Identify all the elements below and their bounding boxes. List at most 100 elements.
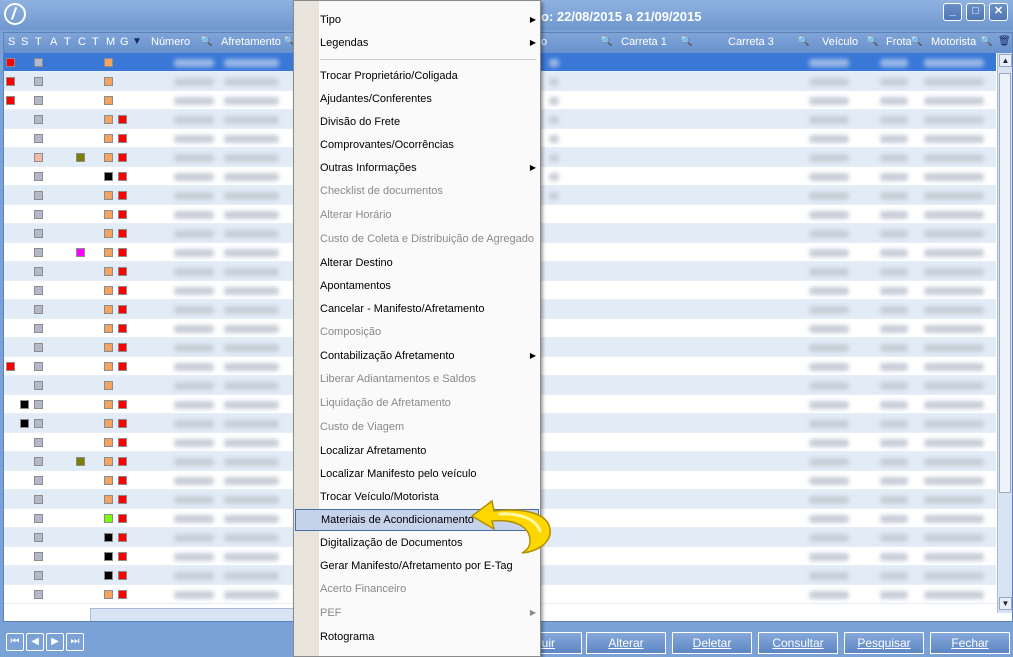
menu-item[interactable]: Outras Informações ▶ [294, 157, 540, 179]
search-icon[interactable]: 🔍 [866, 36, 878, 47]
menu-item[interactable]: Alterar Destino [294, 252, 540, 274]
menu-item[interactable]: Contabilização Afretamento ▶ [294, 345, 540, 367]
col-header-motorista[interactable]: Motorista [931, 36, 976, 48]
search-icon[interactable]: 🔍 [200, 36, 212, 47]
col-header-a[interactable]: A [50, 36, 57, 48]
col-header-veiculo[interactable]: Veículo [822, 36, 858, 48]
status-indicator-a [34, 381, 43, 390]
alter-button[interactable]: Alterar [586, 632, 666, 654]
col-header-t[interactable]: T [35, 36, 42, 48]
search-icon[interactable]: 🔍 [600, 36, 612, 47]
redacted-cell [809, 458, 849, 466]
sort-down-icon[interactable]: ▼ [132, 36, 142, 47]
menu-item[interactable]: Localizar Manifesto pelo veículo [294, 463, 540, 485]
menu-item[interactable]: Comprovantes/Ocorrências [294, 134, 540, 156]
status-indicator-c [76, 457, 85, 466]
col-header-s1[interactable]: S [8, 36, 15, 48]
status-indicator-m [104, 457, 113, 466]
menu-item[interactable]: Gerar Manifesto/Afretamento por E-Tag [294, 555, 540, 577]
redacted-cell [809, 553, 849, 561]
redacted-cell [880, 116, 908, 124]
minimize-button[interactable]: _ [943, 3, 962, 21]
menu-item[interactable]: Ajudantes/Conferentes [294, 88, 540, 110]
previous-record-icon[interactable]: ◀ [26, 633, 44, 651]
redacted-cell [880, 287, 908, 295]
col-header-s2[interactable]: S [21, 36, 28, 48]
scroll-up-icon[interactable]: ▲ [999, 54, 1012, 67]
status-indicator-a [34, 229, 43, 238]
status-indicator-m [104, 305, 113, 314]
vertical-scrollbar[interactable]: ▲ ▼ [997, 53, 1012, 613]
redacted-cell [174, 211, 214, 219]
menu-item[interactable]: Apontamentos [294, 275, 540, 297]
col-header-g[interactable]: G [120, 36, 129, 48]
col-header-t2[interactable]: T [64, 36, 71, 48]
horizontal-scrollbar[interactable] [90, 608, 300, 621]
menu-item[interactable]: PEF ▶ [294, 602, 540, 624]
menu-item[interactable]: Trocar Proprietário/Coligada [294, 65, 540, 87]
search-icon[interactable]: 🔍 [680, 36, 692, 47]
scroll-thumb[interactable] [999, 73, 1011, 493]
col-header-carreta3[interactable]: Carreta 3 [728, 36, 774, 48]
col-header-c[interactable]: C [78, 36, 86, 48]
maximize-button[interactable]: □ [966, 3, 985, 21]
menu-item[interactable]: Liquidação de Afretamento [294, 392, 540, 414]
status-indicator-a [34, 191, 43, 200]
menu-item-label: Outras Informações [320, 162, 417, 174]
redacted-cell [549, 154, 559, 162]
next-record-icon[interactable]: ▶ [46, 633, 64, 651]
col-header-m[interactable]: M [106, 36, 115, 48]
redacted-cell [809, 78, 849, 86]
menu-item[interactable]: Divisão do Frete [294, 111, 540, 133]
menu-item[interactable]: Legendas ▶ [294, 32, 540, 54]
redacted-cell [880, 477, 908, 485]
menu-item[interactable]: Custo de Viagem [294, 416, 540, 438]
col-header-frota[interactable]: Frota [886, 36, 912, 48]
col-header-t3[interactable]: T [92, 36, 99, 48]
redacted-cell [924, 401, 984, 409]
search-icon[interactable]: 🔍 [980, 36, 992, 47]
last-record-icon[interactable]: ⏭ [66, 633, 84, 651]
redacted-cell [924, 439, 984, 447]
delete-button[interactable]: Deletar [672, 632, 752, 654]
search-button[interactable]: Pesquisar [844, 632, 924, 654]
menu-item-label: Localizar Afretamento [320, 445, 427, 457]
menu-item[interactable]: Acerto Financeiro [294, 578, 540, 600]
redacted-cell [224, 249, 279, 257]
menu-item[interactable]: Cancelar - Manifesto/Afretamento [294, 298, 540, 320]
first-record-icon[interactable]: ⏮ [6, 633, 24, 651]
menu-item[interactable]: Custo de Coleta e Distribuição de Agrega… [294, 228, 540, 250]
status-indicator-g [118, 552, 127, 561]
redacted-cell [880, 496, 908, 504]
col-header-afretamento[interactable]: Afretamento [221, 36, 281, 48]
menu-item[interactable]: Alterar Horário [294, 204, 540, 226]
menu-item[interactable]: Rotograma [294, 626, 540, 648]
consult-button[interactable]: Consultar [758, 632, 838, 654]
close-button[interactable]: ✕ [989, 3, 1008, 21]
col-header-carreta1[interactable]: Carreta 1 [621, 36, 667, 48]
redacted-cell [924, 515, 984, 523]
status-indicator-g [118, 514, 127, 523]
menu-item[interactable]: Localizar Afretamento [294, 440, 540, 462]
redacted-cell [174, 496, 214, 504]
menu-item[interactable]: Checklist de documentos [294, 180, 540, 202]
col-header-numero[interactable]: Número [151, 36, 190, 48]
col-header-partial[interactable]: o [541, 36, 547, 48]
close-window-button[interactable]: Fechar [930, 632, 1010, 654]
redacted-cell [224, 211, 279, 219]
redacted-cell [880, 344, 908, 352]
status-indicator-a [34, 571, 43, 580]
menu-item-label: Liberar Adiantamentos e Saldos [320, 373, 476, 385]
search-icon[interactable]: 🔍 [797, 36, 809, 47]
menu-item[interactable]: Tipo ▶ [294, 9, 540, 31]
trash-icon[interactable]: 🗑 [998, 36, 1011, 47]
redacted-cell [880, 154, 908, 162]
menu-item[interactable]: Composição [294, 321, 540, 343]
menu-item[interactable]: Liberar Adiantamentos e Saldos [294, 368, 540, 390]
search-icon[interactable]: 🔍 [910, 36, 922, 47]
redacted-cell [549, 192, 559, 200]
scroll-down-icon[interactable]: ▼ [999, 597, 1012, 610]
redacted-cell [880, 230, 908, 238]
redacted-cell [880, 325, 908, 333]
redacted-cell [809, 591, 849, 599]
